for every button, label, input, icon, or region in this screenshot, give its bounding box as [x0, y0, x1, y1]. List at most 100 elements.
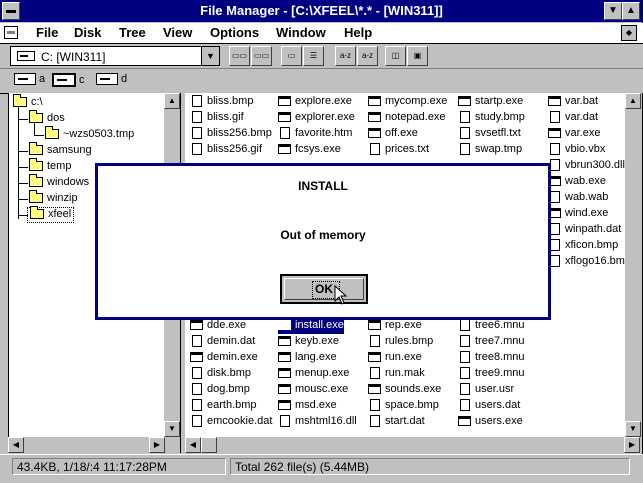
file-item[interactable]: sounds.exe [368, 383, 441, 398]
file-item[interactable]: svsetfl.txt [458, 127, 521, 142]
file-item[interactable]: run.mak [368, 367, 425, 382]
scroll-down-icon[interactable]: ▼ [625, 421, 641, 437]
scroll-thumb[interactable] [201, 437, 217, 453]
file-item[interactable]: emcookie.dat [190, 415, 272, 430]
file-item[interactable]: user.usr [458, 383, 514, 398]
scroll-left-icon[interactable]: ◀ [8, 437, 24, 453]
file-item[interactable]: tree8.mnu [458, 351, 525, 366]
file-item[interactable]: space.bmp [368, 399, 439, 414]
file-item[interactable]: msd.exe [278, 399, 337, 414]
file-item[interactable]: study.bmp [458, 111, 525, 126]
scroll-up-icon[interactable]: ▲ [625, 93, 641, 109]
tree-item-winzip[interactable]: winzip [29, 190, 78, 206]
tree-item-xfeel[interactable]: xfeel [27, 206, 75, 223]
disconnect-drive-icon[interactable]: ▭▭ [251, 46, 272, 66]
file-item[interactable]: xficon.bmp [548, 239, 618, 254]
file-item[interactable]: demin.dat [190, 335, 255, 350]
file-item[interactable]: wab.wab [548, 191, 608, 206]
file-item[interactable]: mshtml16.dll [278, 415, 357, 430]
properties-icon[interactable]: ▣ [407, 46, 428, 66]
file-item[interactable]: prices.txt [368, 143, 429, 158]
file-item[interactable]: run.exe [368, 351, 422, 366]
scroll-down-icon[interactable]: ▼ [164, 421, 180, 437]
file-item[interactable]: rep.exe [368, 319, 422, 334]
tree-item-root[interactable]: c:\ [13, 94, 43, 110]
file-item[interactable]: tree6.mnu [458, 319, 525, 334]
minimize-icon[interactable]: ▼ [604, 2, 622, 20]
file-item[interactable]: users.exe [458, 415, 523, 430]
file-item[interactable]: var.dat [548, 111, 598, 126]
tree-item-dos[interactable]: dos [29, 110, 65, 126]
tree-item-wzs0503[interactable]: ~wzs0503.tmp [45, 126, 134, 142]
scroll-right-icon[interactable]: ▶ [624, 437, 640, 453]
file-item[interactable]: var.bat [548, 95, 598, 110]
file-item[interactable]: notepad.exe [368, 111, 446, 126]
menu-view[interactable]: View [163, 25, 192, 40]
maximize-icon[interactable]: ▲ [622, 2, 640, 20]
drive-c[interactable]: c [52, 73, 85, 87]
file-item[interactable]: bliss.bmp [190, 95, 253, 110]
connect-drive-icon[interactable]: ▭▭ [229, 46, 250, 66]
file-item[interactable]: mousc.exe [278, 383, 348, 398]
file-item[interactable]: bliss256.bmp [190, 127, 272, 142]
file-item[interactable]: keyb.exe [278, 335, 339, 350]
tree-horizontal-scrollbar[interactable]: ◀ ▶ [8, 437, 181, 453]
file-item[interactable]: install.exe [278, 319, 344, 334]
file-item[interactable]: rules.bmp [368, 335, 433, 350]
file-item[interactable]: start.dat [368, 415, 425, 430]
file-item[interactable]: earth.bmp [190, 399, 257, 414]
drive-d[interactable]: d [96, 73, 127, 86]
file-item[interactable]: wab.exe [548, 175, 606, 190]
file-item[interactable]: demin.exe [190, 351, 258, 366]
tree-item-windows[interactable]: windows [29, 174, 89, 190]
file-item[interactable]: var.exe [548, 127, 600, 142]
file-item[interactable]: explore.exe [278, 95, 352, 110]
sort-by-type-icon[interactable]: a-z [357, 46, 378, 66]
file-item[interactable]: bliss256.gif [190, 143, 262, 158]
document-system-menu-icon[interactable] [4, 26, 18, 39]
tree-item-samsung[interactable]: samsung [29, 142, 92, 158]
file-item[interactable]: dog.bmp [190, 383, 250, 398]
large-icons-view-icon[interactable]: ▭ [281, 46, 302, 66]
file-item[interactable]: swap.tmp [458, 143, 522, 158]
file-item[interactable]: vbio.vbx [548, 143, 605, 158]
file-item[interactable]: fcsys.exe [278, 143, 341, 158]
file-item[interactable]: tree7.mnu [458, 335, 525, 350]
file-item[interactable]: off.exe [368, 127, 418, 142]
file-item[interactable]: dde.exe [190, 319, 246, 334]
file-item[interactable]: explorer.exe [278, 111, 355, 126]
sort-by-name-icon[interactable]: a-z [335, 46, 356, 66]
file-item[interactable]: tree9.mnu [458, 367, 525, 382]
file-item[interactable]: xflogo16.bmp [548, 255, 625, 270]
scroll-right-icon[interactable]: ▶ [149, 437, 165, 453]
drive-a[interactable]: a [14, 73, 45, 86]
file-item[interactable]: lang.exe [278, 351, 337, 366]
file-item[interactable]: winpath.dat [548, 223, 621, 238]
file-item[interactable]: disk.bmp [190, 367, 251, 382]
scroll-up-icon[interactable]: ▲ [164, 93, 180, 109]
menu-disk[interactable]: Disk [74, 25, 101, 40]
menu-file[interactable]: File [36, 25, 58, 40]
details-view-icon[interactable]: ☰ [303, 46, 324, 66]
file-item[interactable]: startp.exe [458, 95, 523, 110]
menu-window[interactable]: Window [276, 25, 326, 40]
menu-options[interactable]: Options [210, 25, 259, 40]
drive-select[interactable]: C: [WIN311] ▼ [10, 46, 220, 66]
new-window-icon[interactable]: ◫ [385, 46, 406, 66]
dropdown-arrow-icon[interactable]: ▼ [201, 47, 219, 65]
scroll-left-icon[interactable]: ◀ [185, 437, 201, 453]
file-item[interactable]: favorite.htm [278, 127, 352, 142]
menu-tree[interactable]: Tree [119, 25, 146, 40]
file-item[interactable]: bliss.gif [190, 111, 244, 126]
restore-icon[interactable]: ◆ [621, 25, 637, 41]
file-item[interactable]: vbrun300.dll [548, 159, 625, 174]
file-item[interactable]: mycomp.exe [368, 95, 447, 110]
file-item[interactable]: wind.exe [548, 207, 608, 222]
file-list-horizontal-scrollbar[interactable]: ◀ ▶ [185, 437, 642, 453]
tree-item-temp[interactable]: temp [29, 158, 71, 174]
file-item[interactable]: menup.exe [278, 367, 349, 382]
file-list-vertical-scrollbar[interactable]: ▲ ▼ [625, 93, 642, 437]
file-item[interactable]: users.dat [458, 399, 520, 414]
ok-button[interactable]: OK [280, 274, 368, 304]
title-bar[interactable]: ▬ File Manager - [C:\XFEEL\*.* - [WIN311… [0, 0, 643, 22]
